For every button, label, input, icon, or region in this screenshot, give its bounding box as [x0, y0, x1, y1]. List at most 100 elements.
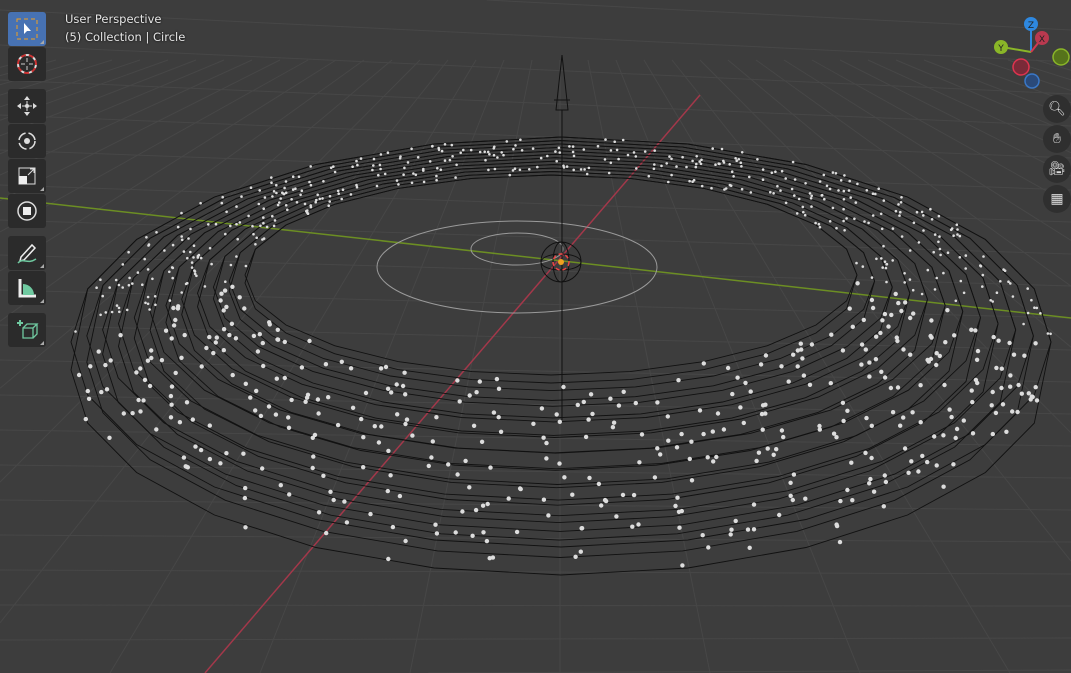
particle	[937, 240, 940, 244]
particle	[979, 264, 982, 267]
particle	[372, 424, 377, 429]
particle	[171, 305, 176, 311]
particle	[609, 149, 613, 152]
particle	[368, 511, 373, 517]
particle	[1049, 332, 1052, 336]
tool-rotate[interactable]	[8, 124, 46, 158]
particle	[947, 407, 952, 412]
pan-button[interactable]: ✋︎	[1043, 125, 1071, 153]
particle	[168, 393, 174, 399]
particle	[602, 497, 608, 503]
ortho-toggle-button[interactable]: ▦	[1043, 185, 1071, 213]
particle	[251, 224, 254, 228]
particle	[908, 315, 913, 321]
cursor-icon	[17, 54, 37, 74]
particle	[781, 434, 786, 440]
particle	[880, 318, 885, 323]
particle	[590, 411, 595, 417]
particle	[171, 266, 175, 270]
particle	[274, 376, 279, 381]
particle	[145, 358, 151, 363]
particle	[512, 147, 515, 151]
particle	[323, 362, 329, 367]
particle	[488, 465, 493, 470]
particle	[481, 530, 486, 535]
particle	[793, 194, 796, 197]
particle	[163, 328, 169, 333]
particle	[828, 381, 833, 386]
particle	[168, 270, 171, 274]
particle	[88, 364, 93, 369]
particle	[297, 175, 301, 179]
particle	[257, 332, 262, 337]
particle	[918, 420, 923, 425]
navigation-gizmo[interactable]: X Y Z	[994, 17, 1070, 89]
particle	[227, 332, 232, 338]
tool-scale[interactable]	[8, 159, 46, 193]
particle	[855, 281, 860, 286]
particle	[519, 138, 522, 142]
particle	[1026, 287, 1029, 290]
tool-cursor[interactable]	[8, 47, 46, 81]
particle	[953, 435, 958, 441]
particle	[820, 194, 824, 197]
particle	[562, 166, 566, 169]
particle	[898, 423, 903, 428]
3d-viewport[interactable]: X Y Z	[0, 0, 1071, 673]
camera-view-button[interactable]: 🎥︎	[1043, 155, 1071, 183]
particle	[834, 172, 838, 175]
particle	[203, 285, 207, 288]
particle	[751, 527, 757, 532]
particle	[956, 228, 959, 231]
particle	[261, 363, 266, 369]
particle	[479, 439, 485, 444]
particle	[275, 183, 278, 187]
particle	[655, 400, 660, 405]
particle	[791, 352, 796, 357]
particle	[270, 176, 273, 179]
particle	[869, 455, 874, 461]
particle	[463, 458, 468, 464]
particle	[315, 198, 318, 202]
particle	[179, 355, 184, 360]
tool-select-box[interactable]	[8, 12, 46, 46]
grid-line	[0, 637, 1071, 641]
particle	[956, 233, 959, 236]
particle	[434, 531, 440, 536]
particle	[911, 288, 915, 292]
particle	[743, 380, 748, 386]
particle	[243, 485, 248, 491]
particle-ring-mesh	[70, 136, 1052, 576]
particle	[637, 460, 642, 465]
particle	[99, 313, 102, 317]
particle	[306, 209, 309, 212]
zoom-button[interactable]: 🔍︎	[1043, 95, 1071, 123]
particle	[943, 340, 948, 345]
particle	[933, 288, 937, 291]
particle	[186, 256, 189, 260]
particle	[964, 267, 967, 270]
particle	[309, 204, 313, 207]
particle	[169, 336, 174, 341]
particle	[403, 421, 408, 427]
tool-measure[interactable]	[8, 271, 46, 305]
particle	[284, 204, 288, 207]
particle	[621, 389, 626, 394]
particle	[235, 205, 238, 208]
particle	[410, 181, 414, 185]
tool-move[interactable]	[8, 89, 46, 123]
particle	[894, 209, 898, 213]
tool-add-cube[interactable]	[8, 313, 46, 347]
particle	[701, 431, 706, 437]
particle	[286, 425, 292, 430]
tool-annotate[interactable]	[8, 236, 46, 270]
particle	[199, 364, 204, 369]
particle	[758, 362, 764, 367]
particle	[372, 164, 375, 167]
tool-transform[interactable]	[8, 194, 46, 228]
particle	[208, 246, 212, 250]
particle	[83, 416, 89, 422]
particle	[760, 403, 766, 408]
particle	[377, 173, 380, 177]
particle	[918, 383, 923, 388]
